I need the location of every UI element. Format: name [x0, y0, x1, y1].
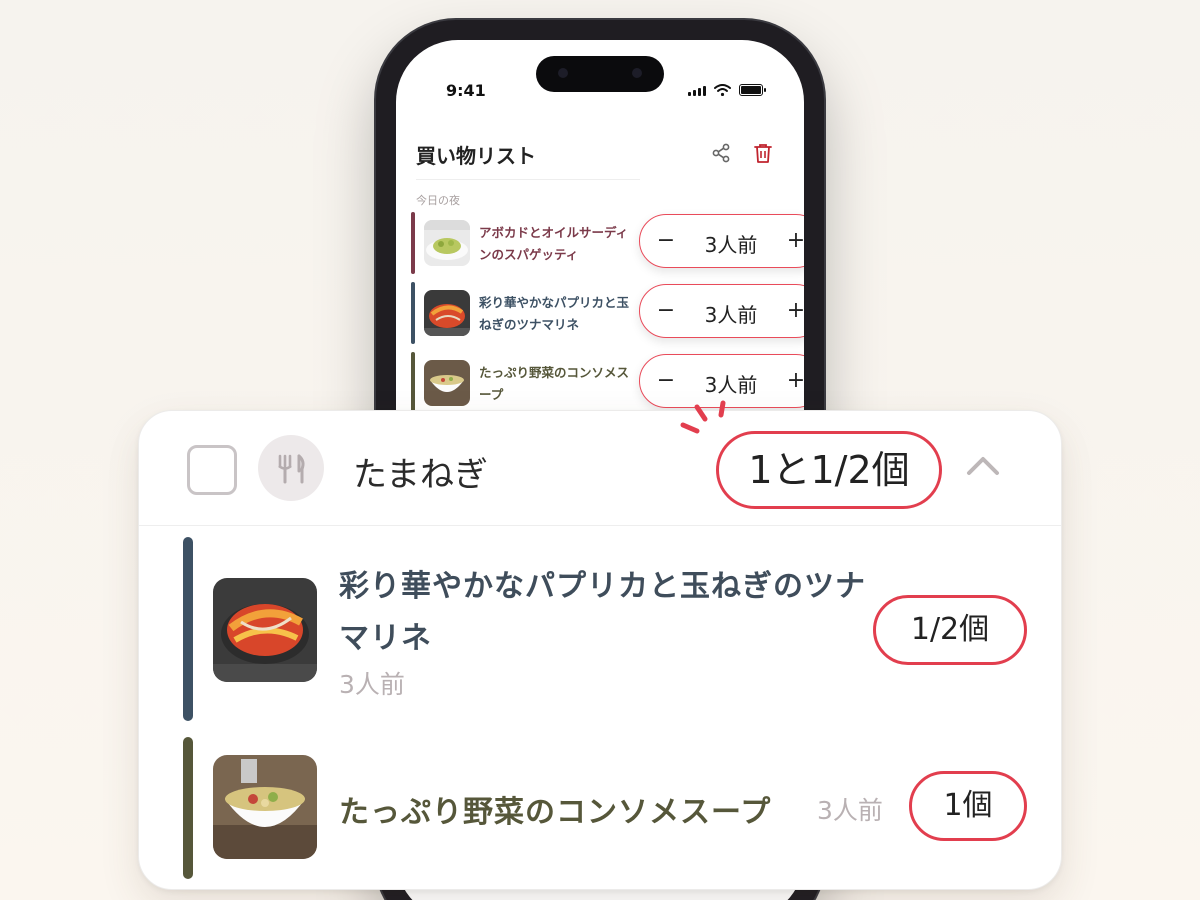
recipe-row[interactable]: たっぷり野菜のコンソメスープ − 3人前 + — [411, 352, 804, 414]
title-divider — [416, 179, 640, 180]
recipe-thumbnail — [213, 578, 317, 682]
minus-button[interactable]: − — [652, 367, 680, 395]
status-icons — [688, 84, 766, 96]
recipe-thumbnail — [424, 220, 470, 266]
ingredient-checkbox[interactable] — [187, 445, 237, 495]
share-icon[interactable] — [710, 142, 732, 164]
total-quantity-badge: 1と1/2個 — [716, 431, 942, 509]
servings-value: 3人前 — [704, 233, 758, 257]
recipe-color-bar — [183, 737, 193, 879]
minus-button[interactable]: − — [652, 227, 680, 255]
card-divider — [139, 525, 1061, 526]
recipe-row[interactable]: 彩り華やかなパプリカと玉ねぎのツナマリネ − 3人前 + — [411, 282, 804, 344]
recipe-name: 彩り華やかなパプリカと玉ねぎのツナマリネ — [339, 569, 866, 656]
chevron-up-icon[interactable] — [965, 453, 1001, 479]
wifi-icon — [714, 84, 731, 96]
sensor-dot — [558, 68, 568, 78]
status-time: 9:41 — [446, 81, 486, 100]
plus-button[interactable]: + — [782, 367, 804, 395]
recipe-servings: 3人前 — [339, 670, 405, 699]
usage-amount-badge: 1/2個 — [873, 595, 1027, 665]
dynamic-island — [536, 56, 664, 92]
plus-button[interactable]: + — [782, 297, 804, 325]
cellular-signal-icon — [688, 86, 706, 96]
usage-amount-badge: 1個 — [909, 771, 1027, 841]
recipe-name: たっぷり野菜のコンソメスープ — [479, 365, 630, 402]
servings-stepper: − 3人前 + — [639, 284, 804, 338]
recipe-name: 彩り華やかなパプリカと玉ねぎのツナマリネ — [479, 295, 630, 332]
utensils-icon — [258, 435, 324, 501]
ingredient-card: たまねぎ 1と1/2個 彩り華やかなパプリカと玉ねぎのツナマリネ 3人前 1/2… — [138, 400, 1062, 890]
status-bar: 9:41 — [396, 40, 804, 102]
recipe-name: たっぷり野菜のコンソメスープ — [339, 795, 772, 830]
trash-icon[interactable] — [752, 142, 774, 164]
servings-value: 3人前 — [704, 303, 758, 327]
section-label: 今日の夜 — [416, 194, 460, 207]
recipe-thumbnail — [213, 755, 317, 859]
ingredient-name: たまねぎ — [353, 455, 488, 495]
recipe-row[interactable]: アボカドとオイルサーディンのスパゲッティ − 3人前 + — [411, 212, 804, 274]
servings-value: 3人前 — [704, 373, 758, 397]
servings-stepper: − 3人前 + — [639, 214, 804, 268]
recipe-color-bar — [411, 352, 415, 414]
usage-row: たっぷり野菜のコンソメスープ 3人前 1個 — [183, 737, 1041, 879]
plus-button[interactable]: + — [782, 227, 804, 255]
recipe-color-bar — [411, 282, 415, 344]
camera-dot — [632, 68, 642, 78]
recipe-color-bar — [411, 212, 415, 274]
recipe-thumbnail — [424, 290, 470, 336]
recipe-servings: 3人前 — [817, 796, 883, 825]
recipe-thumbnail — [424, 360, 470, 406]
usage-row: 彩り華やかなパプリカと玉ねぎのツナマリネ 3人前 1/2個 — [183, 537, 1041, 721]
recipe-name: アボカドとオイルサーディンのスパゲッティ — [479, 225, 629, 262]
battery-icon — [739, 84, 766, 96]
page-title: 買い物リスト — [416, 144, 536, 168]
minus-button[interactable]: − — [652, 297, 680, 325]
recipe-color-bar — [183, 537, 193, 721]
